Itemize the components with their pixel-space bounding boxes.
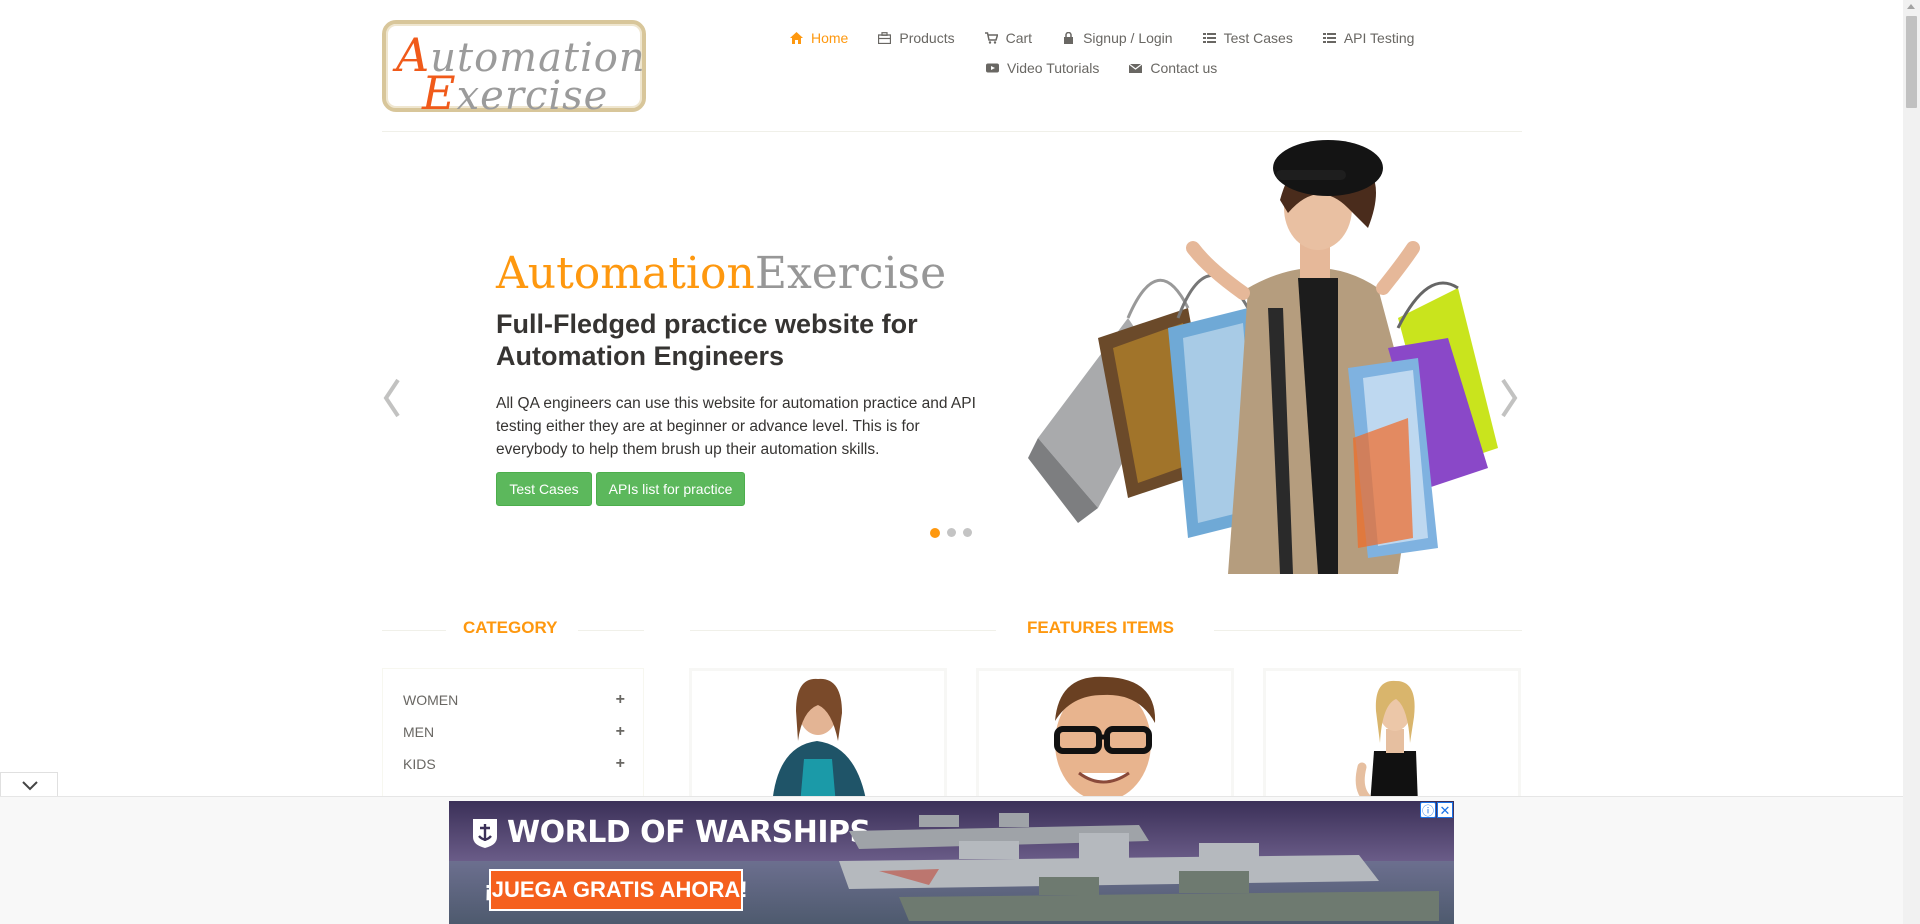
category-kids[interactable]: KIDS + <box>403 755 625 773</box>
hero-title: AutomationExercise <box>496 248 947 299</box>
slide-indicator-2[interactable] <box>947 528 956 537</box>
category-women[interactable]: WOMEN + <box>403 691 625 709</box>
category-heading-line-left <box>382 630 446 631</box>
slide-indicator-3[interactable] <box>963 528 972 537</box>
nav-contact-us-label: Contact us <box>1150 60 1218 76</box>
category-panel: WOMEN + MEN + KIDS + <box>382 668 644 808</box>
features-heading: Features Items <box>1027 618 1175 637</box>
nav-home-label: Home <box>811 30 849 46</box>
briefcase-icon <box>878 32 892 44</box>
nav-video-tutorials[interactable]: Video Tutorials <box>986 60 1099 76</box>
hero-shopping-girl-image <box>1028 140 1498 574</box>
nav-api-testing[interactable]: API Testing <box>1322 30 1415 46</box>
nav-cart[interactable]: Cart <box>984 30 1033 46</box>
category-heading: Category <box>463 618 558 637</box>
anchor-shield-icon <box>473 819 497 848</box>
scroll-up-arrow-icon[interactable] <box>1907 4 1915 9</box>
nav-products-label: Products <box>899 30 955 46</box>
apis-list-button[interactable]: APIs list for practice <box>596 472 745 506</box>
hero-subtitle: Full-Fledged practice website for Automa… <box>496 309 918 371</box>
nav-test-cases[interactable]: Test Cases <box>1202 30 1293 46</box>
plus-icon: + <box>615 755 625 772</box>
category-men-label: MEN <box>403 724 435 740</box>
nav-video-tutorials-label: Video Tutorials <box>1007 60 1100 76</box>
nav-contact-us[interactable]: Contact us <box>1129 60 1217 76</box>
nav-test-cases-label: Test Cases <box>1223 30 1293 46</box>
ad-title: WORLD OF WARSHIPS <box>507 815 871 850</box>
main-nav-row-1: Home Products Cart Signup / Login Test C… <box>790 30 1414 46</box>
chevron-down-icon <box>22 781 38 791</box>
header-divider <box>382 131 1522 132</box>
home-icon <box>790 32 803 44</box>
ad-warships-image <box>839 813 1439 921</box>
main-nav-row-2: Video Tutorials Contact us <box>986 60 1217 76</box>
nav-products[interactable]: Products <box>878 30 955 46</box>
slider-prev-button[interactable] <box>380 376 404 420</box>
banner-ad[interactable]: WORLD OF WARSHIPS ¡JUEGA GRATIS AHORA! ⓘ <box>449 801 1454 924</box>
ad-info-icon[interactable]: ⓘ <box>1420 802 1436 818</box>
product-image-3 <box>1355 680 1418 805</box>
product-card-3 <box>1263 668 1521 808</box>
site-logo[interactable]: Automation Exercise <box>382 20 646 120</box>
logo-line-2: Exercise <box>422 66 609 120</box>
list-icon <box>1202 32 1216 44</box>
product-card-1 <box>689 668 947 808</box>
product-image-1 <box>772 678 867 805</box>
list-icon <box>1322 32 1336 44</box>
cart-icon <box>984 32 998 44</box>
nav-api-testing-label: API Testing <box>1343 30 1415 46</box>
category-women-label: WOMEN <box>403 692 459 708</box>
chevron-left-icon <box>383 378 400 418</box>
product-card-2 <box>976 668 1234 808</box>
scroll-thumb[interactable] <box>1906 16 1917 108</box>
nav-cart-label: Cart <box>1005 30 1033 46</box>
product-image-2 <box>1054 676 1156 801</box>
ad-close-icon[interactable]: ✕ <box>1437 802 1453 818</box>
lock-icon <box>1062 32 1075 44</box>
slider-indicators <box>930 528 979 538</box>
youtube-icon <box>986 62 999 74</box>
category-men[interactable]: MEN + <box>403 723 625 741</box>
nav-home[interactable]: Home <box>790 30 848 46</box>
ad-collapse-toggle[interactable] <box>0 772 58 796</box>
nav-signup-login-label: Signup / Login <box>1083 30 1173 46</box>
features-heading-line-right <box>1214 630 1522 631</box>
plus-icon: + <box>615 723 625 740</box>
hero-description: All QA engineers can use this website fo… <box>496 395 976 458</box>
envelope-icon <box>1129 62 1143 74</box>
test-cases-button[interactable]: Test Cases <box>496 472 592 506</box>
plus-icon: + <box>615 691 625 708</box>
nav-signup-login[interactable]: Signup / Login <box>1062 30 1173 46</box>
category-kids-label: KIDS <box>403 756 436 772</box>
slide-indicator-1[interactable] <box>930 528 940 538</box>
features-heading-line-left <box>690 630 996 631</box>
category-heading-line-right <box>578 630 644 631</box>
page-scrollbar[interactable] <box>1903 0 1920 924</box>
ad-play-free-button[interactable]: ¡JUEGA GRATIS AHORA! <box>484 869 748 911</box>
page: Automation Exercise Home Products Cart S… <box>0 0 1920 924</box>
